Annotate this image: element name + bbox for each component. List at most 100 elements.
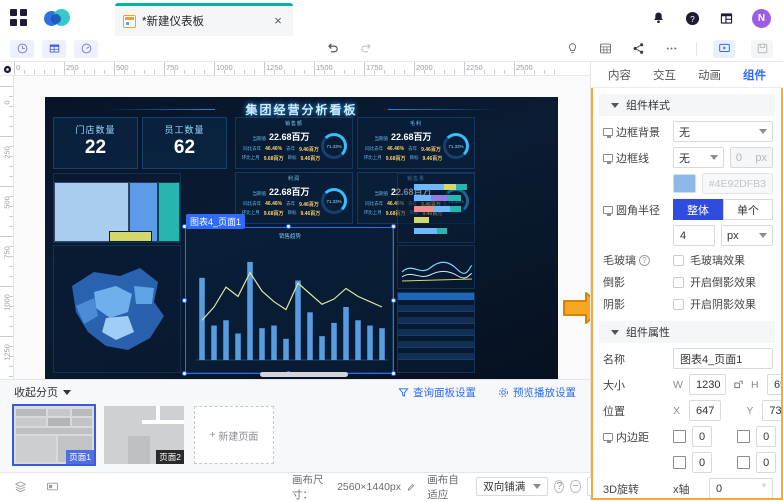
frosted-glass-checkbox[interactable]: [673, 255, 684, 266]
zoom-out-button[interactable]: −: [570, 480, 580, 493]
component-name-label: 名称: [603, 351, 667, 367]
kpi-card[interactable]: 员工数量 62: [142, 117, 227, 169]
reflection-checkbox[interactable]: [673, 277, 684, 288]
component-position-label: 位置: [603, 403, 667, 419]
pencil-edit-icon[interactable]: [407, 481, 415, 492]
shadow-checkbox[interactable]: [673, 299, 684, 310]
scrollbar-thumb[interactable]: [260, 372, 348, 377]
close-icon[interactable]: ×: [271, 14, 285, 28]
vertical-ruler[interactable]: 0250500750100012501500: [0, 76, 14, 379]
padding-top-input[interactable]: 0: [692, 426, 712, 447]
border-color-hex[interactable]: #4E92DFB3: [702, 173, 773, 194]
tab-animation[interactable]: 动画: [696, 63, 723, 87]
plus-icon: +: [210, 430, 216, 441]
horizontal-bar-widget[interactable]: [397, 173, 475, 243]
query-panel-settings-button[interactable]: 查询面板设置: [398, 385, 476, 400]
border-background-select[interactable]: 无: [673, 121, 773, 142]
resize-handle-w[interactable]: [182, 298, 187, 303]
history-clock-button[interactable]: [10, 40, 34, 58]
chart-bar: [379, 328, 385, 360]
undo-arrow-button[interactable]: [325, 41, 341, 57]
pages-actions: 查询面板设置 预览播放设置: [398, 385, 576, 400]
horizontal-ruler[interactable]: 02505007501000125015001750200022502500: [0, 62, 590, 76]
area-line-widget[interactable]: [397, 245, 475, 289]
data-table-widget[interactable]: [397, 292, 475, 373]
user-avatar[interactable]: N: [752, 9, 771, 28]
tab-component[interactable]: 组件: [741, 63, 768, 87]
collapse-pages-button[interactable]: 收起分页: [14, 384, 71, 400]
pages-panel: 收起分页 查询面板设置 预览播放设置: [0, 379, 590, 472]
dashboard-canvas[interactable]: 集团经营分析看板 门店数量 22 员工数量 62 销售额: [45, 97, 558, 379]
ruler-minor-tick: [9, 96, 13, 97]
help-circle-icon[interactable]: ?: [554, 480, 564, 493]
bar-line-chart-widget[interactable]: 销售趋势: [185, 227, 393, 373]
padding-right-input[interactable]: 0: [756, 426, 776, 447]
height-input[interactable]: 692: [767, 374, 783, 395]
ruler-minor-tick: [9, 306, 13, 307]
ruler-minor-tick: [9, 176, 13, 177]
resize-handle-n[interactable]: [286, 224, 291, 229]
page-thumbnails: 页面1 页面2 +: [0, 404, 590, 464]
preview-button[interactable]: [713, 40, 735, 58]
resize-handle-ne[interactable]: [391, 224, 396, 229]
ruler-origin-icon[interactable]: [0, 62, 14, 76]
border-color-swatch[interactable]: [673, 174, 696, 193]
x-input[interactable]: 647: [689, 400, 721, 421]
main-toolbar: [0, 36, 783, 62]
table-header: [398, 293, 474, 300]
corner-radius-mode-group: 整体 单个: [673, 199, 773, 220]
page-thumbnail-2[interactable]: 页面2: [104, 406, 184, 464]
component-name-input[interactable]: 图表4_页面1: [673, 348, 773, 369]
component-circle-button[interactable]: [74, 40, 98, 58]
rotate3d-x-input[interactable]: 0 °: [709, 478, 773, 499]
help-circle-icon[interactable]: ?: [639, 255, 650, 266]
corner-radius-single-button[interactable]: 单个: [723, 199, 773, 220]
redo-arrow-button[interactable]: [359, 41, 375, 57]
grid-apps-icon[interactable]: [10, 9, 28, 27]
padding-left-input[interactable]: 0: [756, 452, 776, 473]
china-map-widget[interactable]: [53, 245, 181, 373]
corner-radius-all-button[interactable]: 整体: [673, 199, 723, 220]
document-tab[interactable]: *新建仪表板 ×: [115, 3, 293, 36]
border-line-style-select[interactable]: 无: [673, 147, 724, 168]
new-page-button[interactable]: + 新建页面: [194, 406, 274, 464]
treemap-widget[interactable]: [53, 173, 181, 243]
corner-radius-input[interactable]: 4: [673, 225, 715, 246]
padding-bottom-input[interactable]: 0: [692, 452, 712, 473]
data-source-button[interactable]: [597, 40, 614, 57]
layout-panel-icon[interactable]: [718, 10, 735, 27]
resize-handle-e[interactable]: [391, 298, 396, 303]
section-component-style[interactable]: 组件样式: [599, 94, 775, 116]
preview-play-settings-button[interactable]: 预览播放设置: [498, 385, 576, 400]
y-input[interactable]: 737: [762, 400, 783, 421]
section-component-props[interactable]: 组件属性: [599, 321, 775, 343]
notification-bell-icon[interactable]: [650, 10, 667, 27]
layers-button[interactable]: [12, 479, 28, 495]
tab-interaction[interactable]: 交互: [651, 63, 678, 87]
corner-radius-unit-select[interactable]: px: [721, 225, 773, 246]
table-grid-button[interactable]: [42, 40, 66, 58]
save-button[interactable]: [751, 40, 773, 58]
border-line-width-input[interactable]: 0 px: [730, 147, 773, 168]
page-thumbnail-1[interactable]: 页面1: [14, 406, 94, 464]
chevron-down-icon: [611, 103, 619, 108]
width-input[interactable]: 1230: [689, 374, 726, 395]
more-options-button[interactable]: [663, 40, 680, 57]
component-tree-button[interactable]: [44, 479, 60, 495]
metric-panel[interactable]: 利润 当期值 22.68百万 同比去年46.46% 去年9.4: [235, 172, 353, 224]
canvas-viewport[interactable]: 集团经营分析看板 门店数量 22 员工数量 62 销售额: [14, 76, 590, 379]
metric-panel[interactable]: 毛利 当期值 22.68百万 同比去年46.46% 去年9.4: [357, 117, 475, 169]
canvas-fit-select[interactable]: 双向铺满: [476, 477, 548, 496]
tab-content[interactable]: 内容: [606, 63, 633, 87]
help-question-icon[interactable]: ?: [684, 10, 701, 27]
share-button[interactable]: [630, 40, 647, 57]
ruler-label: 250: [64, 63, 79, 72]
metric-panel[interactable]: 销售额 当期值 22.68百万 同比去年46.46% 去年9.: [235, 117, 353, 169]
kpi-card[interactable]: 门店数量 22: [53, 117, 138, 169]
canvas-hscrollbar[interactable]: [14, 372, 590, 377]
theme-bulb-button[interactable]: [564, 40, 581, 57]
metric-big-value: 22.68百万: [391, 130, 432, 143]
aspect-lock-icon[interactable]: [732, 379, 745, 391]
padding-right-icon: [737, 430, 750, 443]
row-corner-radius: 圆角半径 整体 单个: [593, 194, 781, 220]
